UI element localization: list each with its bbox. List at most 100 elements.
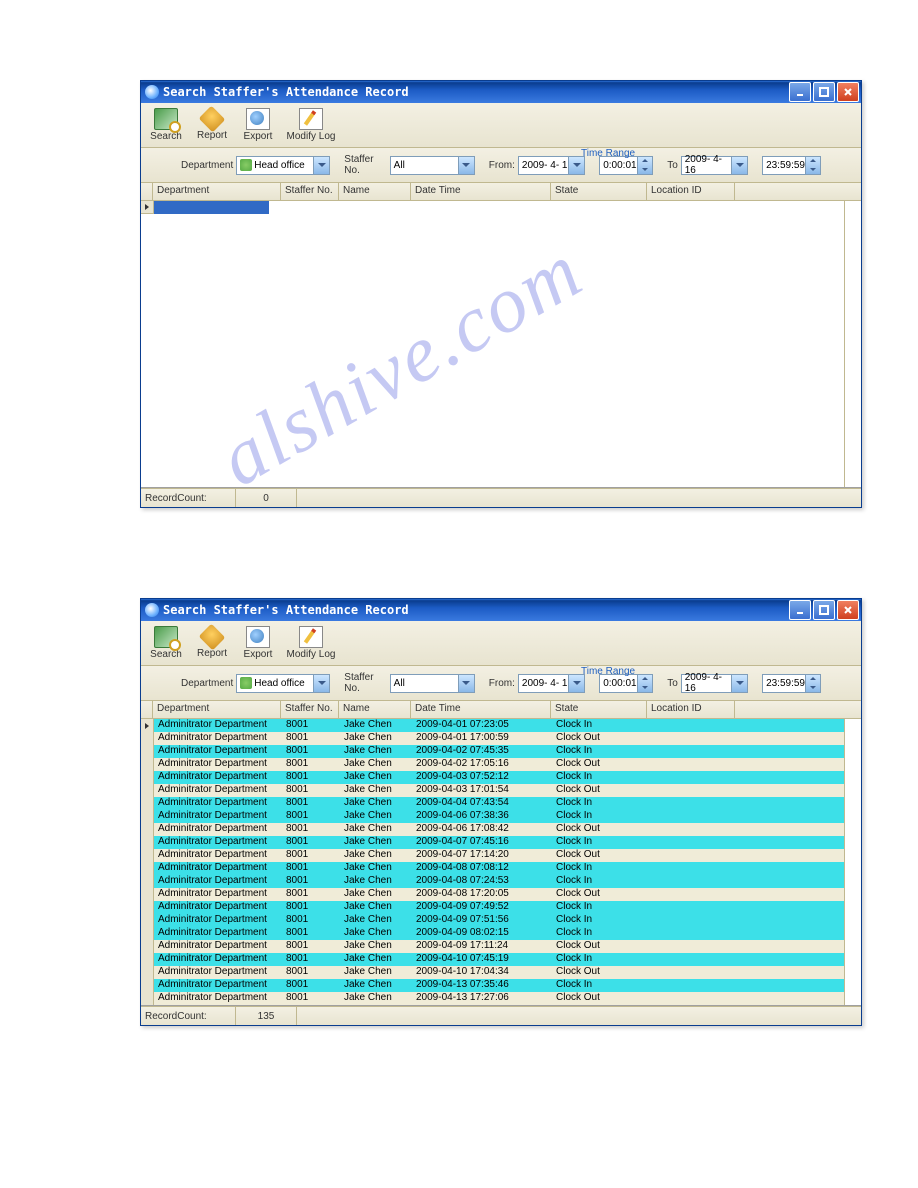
empty-selected-row[interactable] <box>141 201 845 214</box>
export-button[interactable]: Export <box>237 106 279 144</box>
table-row[interactable]: Adminitrator Department8001Jake Chen2009… <box>141 966 845 979</box>
close-button[interactable] <box>837 82 859 102</box>
modify-log-button[interactable]: Modify Log <box>283 106 339 144</box>
table-row[interactable]: Adminitrator Department8001Jake Chen2009… <box>141 758 845 771</box>
spinner-icon[interactable] <box>637 157 652 174</box>
table-row[interactable]: Adminitrator Department8001Jake Chen2009… <box>141 901 845 914</box>
col-location[interactable]: Location ID <box>647 701 735 718</box>
chevron-down-icon[interactable] <box>731 157 747 174</box>
col-staffer[interactable]: Staffer No. <box>281 701 339 718</box>
search-button[interactable]: Search <box>145 624 187 662</box>
department-combo[interactable]: Head office <box>236 674 330 693</box>
row-pointer-icon <box>141 979 154 992</box>
chevron-down-icon[interactable] <box>313 675 329 692</box>
to-time-spinner[interactable]: 23:59:59 <box>762 156 821 175</box>
selected-cell <box>154 201 269 214</box>
col-department[interactable]: Department <box>153 183 281 200</box>
scroll-down-button[interactable] <box>845 987 861 1005</box>
scroll-down-button[interactable] <box>845 469 861 487</box>
table-row[interactable]: Adminitrator Department8001Jake Chen2009… <box>141 745 845 758</box>
maximize-button[interactable] <box>813 600 835 620</box>
search-button[interactable]: Search <box>145 106 187 144</box>
table-row[interactable]: Adminitrator Department8001Jake Chen2009… <box>141 784 845 797</box>
table-row[interactable]: Adminitrator Department8001Jake Chen2009… <box>141 732 845 745</box>
cell-dt: 2009-04-06 07:38:36 <box>412 810 552 823</box>
from-label: From: <box>489 160 515 171</box>
col-state[interactable]: State <box>551 183 647 200</box>
staffer-combo[interactable]: All <box>390 674 475 693</box>
col-name[interactable]: Name <box>339 183 411 200</box>
department-combo[interactable]: Head office <box>236 156 330 175</box>
col-datetime[interactable]: Date Time <box>411 183 551 200</box>
chevron-down-icon[interactable] <box>568 157 584 174</box>
maximize-button[interactable] <box>813 82 835 102</box>
scroll-up-button[interactable] <box>845 201 861 219</box>
spinner-icon[interactable] <box>637 675 652 692</box>
chevron-down-icon[interactable] <box>458 157 474 174</box>
close-button[interactable] <box>837 600 859 620</box>
to-date-combo[interactable]: 2009- 4-16 <box>681 674 748 693</box>
cell-dt: 2009-04-09 07:49:52 <box>412 901 552 914</box>
spinner-icon[interactable] <box>805 157 820 174</box>
table-row[interactable]: Adminitrator Department8001Jake Chen2009… <box>141 771 845 784</box>
table-row[interactable]: Adminitrator Department8001Jake Chen2009… <box>141 914 845 927</box>
table-row[interactable]: Adminitrator Department8001Jake Chen2009… <box>141 888 845 901</box>
grid-body[interactable]: Adminitrator Department8001Jake Chen2009… <box>141 719 861 1005</box>
col-department[interactable]: Department <box>153 701 281 718</box>
col-location[interactable]: Location ID <box>647 183 735 200</box>
to-time-spinner[interactable]: 23:59:59 <box>762 674 821 693</box>
staffer-combo[interactable]: All <box>390 156 475 175</box>
scroll-track[interactable] <box>845 737 861 987</box>
scroll-track[interactable] <box>845 219 861 469</box>
vertical-scrollbar[interactable] <box>844 201 861 487</box>
cell-staff: 8001 <box>282 745 340 758</box>
from-date-combo[interactable]: 2009- 4- 1 <box>518 674 585 693</box>
table-row[interactable]: Adminitrator Department8001Jake Chen2009… <box>141 849 845 862</box>
table-row[interactable]: Adminitrator Department8001Jake Chen2009… <box>141 836 845 849</box>
titlebar[interactable]: Search Staffer's Attendance Record <box>141 81 861 103</box>
export-button[interactable]: Export <box>237 624 279 662</box>
col-state[interactable]: State <box>551 701 647 718</box>
chevron-down-icon[interactable] <box>731 675 747 692</box>
from-date-combo[interactable]: 2009- 4- 1 <box>518 156 585 175</box>
window-attendance-populated: Search Staffer's Attendance Record Searc… <box>140 598 862 1026</box>
table-row[interactable]: Adminitrator Department8001Jake Chen2009… <box>141 992 845 1005</box>
row-pointer-icon <box>141 940 154 953</box>
table-row[interactable]: Adminitrator Department8001Jake Chen2009… <box>141 823 845 836</box>
row-pointer-icon <box>141 810 154 823</box>
table-row[interactable]: Adminitrator Department8001Jake Chen2009… <box>141 719 845 732</box>
col-datetime[interactable]: Date Time <box>411 701 551 718</box>
report-button[interactable]: Report <box>191 106 233 144</box>
recordcount-label: RecordCount: <box>141 1007 236 1025</box>
table-row[interactable]: Adminitrator Department8001Jake Chen2009… <box>141 797 845 810</box>
cell-dt: 2009-04-09 08:02:15 <box>412 927 552 940</box>
grid-body[interactable] <box>141 201 861 487</box>
scroll-up-button[interactable] <box>845 719 861 737</box>
table-row[interactable]: Adminitrator Department8001Jake Chen2009… <box>141 940 845 953</box>
table-row[interactable]: Adminitrator Department8001Jake Chen2009… <box>141 927 845 940</box>
cell-dept: Adminitrator Department <box>154 771 282 784</box>
department-label: Department <box>181 160 233 171</box>
cell-state: Clock In <box>552 810 648 823</box>
spinner-icon[interactable] <box>805 675 820 692</box>
table-row[interactable]: Adminitrator Department8001Jake Chen2009… <box>141 810 845 823</box>
table-row[interactable]: Adminitrator Department8001Jake Chen2009… <box>141 979 845 992</box>
staffer-value: All <box>394 678 458 689</box>
table-row[interactable]: Adminitrator Department8001Jake Chen2009… <box>141 862 845 875</box>
vertical-scrollbar[interactable] <box>844 719 861 1005</box>
chevron-down-icon[interactable] <box>458 675 474 692</box>
table-row[interactable]: Adminitrator Department8001Jake Chen2009… <box>141 875 845 888</box>
minimize-button[interactable] <box>789 82 811 102</box>
minimize-button[interactable] <box>789 600 811 620</box>
table-row[interactable]: Adminitrator Department8001Jake Chen2009… <box>141 953 845 966</box>
titlebar[interactable]: Search Staffer's Attendance Record <box>141 599 861 621</box>
chevron-down-icon[interactable] <box>313 157 329 174</box>
modify-log-button[interactable]: Modify Log <box>283 624 339 662</box>
from-time-value: 0:00:01 <box>603 160 636 171</box>
col-name[interactable]: Name <box>339 701 411 718</box>
report-button[interactable]: Report <box>191 624 233 662</box>
row-pointer-icon <box>141 823 154 836</box>
to-date-combo[interactable]: 2009- 4-16 <box>681 156 748 175</box>
chevron-down-icon[interactable] <box>568 675 584 692</box>
col-staffer[interactable]: Staffer No. <box>281 183 339 200</box>
